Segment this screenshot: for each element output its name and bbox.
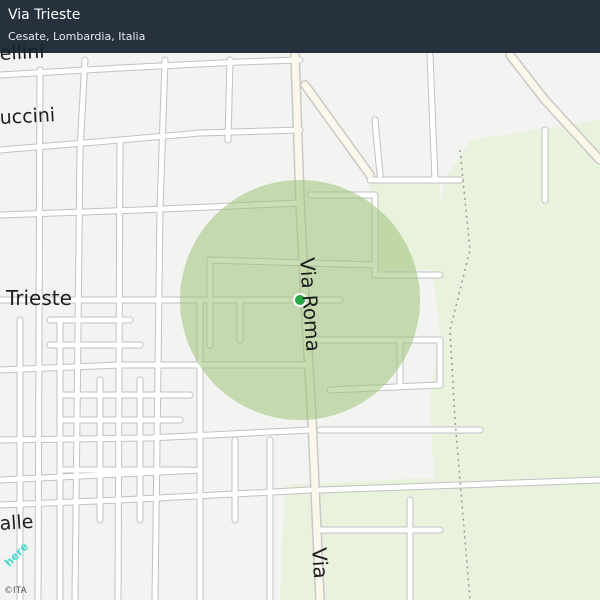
map-attribution: ©ITA xyxy=(4,586,27,596)
location-title: Via Trieste xyxy=(8,7,81,23)
location-subtitle: Cesate, Lombardia, Italia xyxy=(8,30,146,43)
road-label-trieste: Trieste xyxy=(5,286,72,310)
map-view[interactable]: Via Roma Via Trieste uccini ellini alle … xyxy=(0,0,600,600)
road-label-via-roma-bottom: Via xyxy=(307,547,333,580)
road-label-puccini: uccini xyxy=(0,104,56,129)
location-header: Via Trieste Cesate, Lombardia, Italia xyxy=(0,0,600,53)
map-canvas[interactable]: Via Roma Via Trieste uccini ellini alle xyxy=(0,0,600,600)
road-label-bottom-left: alle xyxy=(0,511,34,535)
